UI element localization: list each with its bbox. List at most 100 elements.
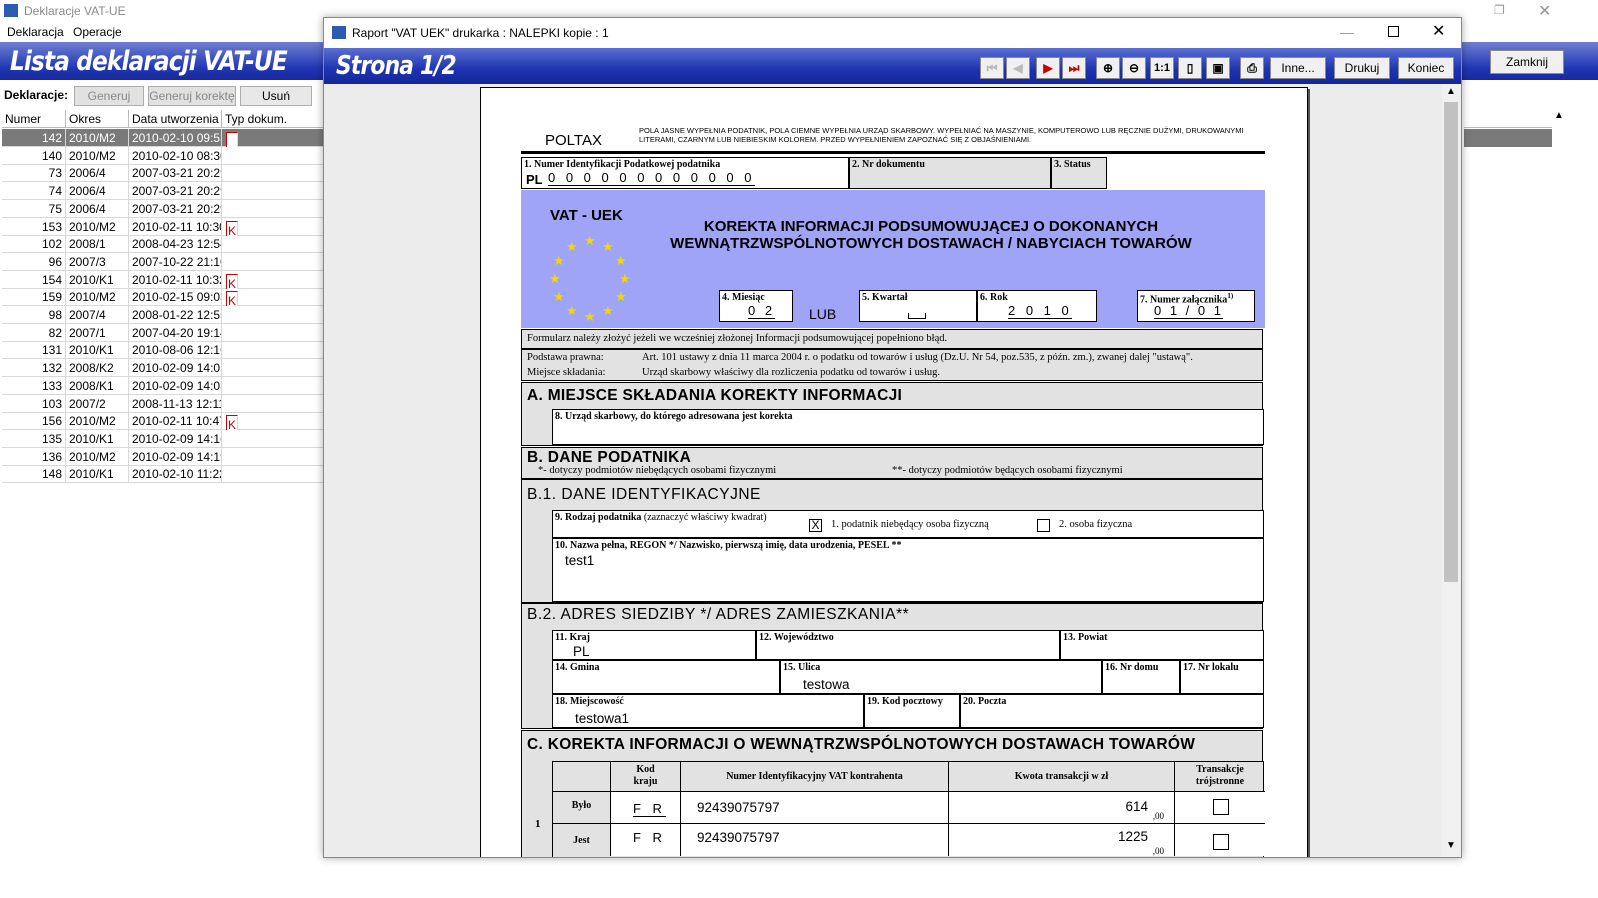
cell-created: 2010-02-09 14:16:1	[129, 429, 222, 448]
zoom-in-icon[interactable]: ⊕	[1096, 57, 1120, 79]
zoom-out-icon[interactable]: ⊖	[1122, 57, 1146, 79]
form-title-panel: VAT - UEK ★ ★ ★ ★ ★ ★ ★ ★ ★ ★ ★ ★ KOREKT…	[521, 190, 1265, 328]
cell-doctype	[222, 235, 332, 253]
table-row[interactable]: 1362010/M22010-02-09 14:19:2	[2, 447, 332, 466]
table-row[interactable]: 1402010/M22010-02-10 08:30:0	[2, 146, 332, 165]
scroll-down-icon[interactable]: ▼	[1446, 840, 1456, 851]
print-button[interactable]: Drukuj	[1334, 57, 1390, 79]
report-preview-area[interactable]: POLTAX POLA JASNE WYPEŁNIA PODATNIK, POL…	[324, 84, 1461, 857]
whole-page-icon[interactable]: ▣	[1206, 57, 1230, 79]
cell-created: 2010-02-15 09:03:4	[129, 288, 222, 307]
other-button[interactable]: Inne...	[1270, 57, 1326, 79]
report-app-icon	[332, 26, 346, 39]
table-row[interactable]: 1562010/M22010-02-11 10:47:2K	[2, 412, 332, 431]
section-c-title: C. KOREKTA INFORMACJI O WEWNĄTRZWSPÓLNOT…	[527, 736, 1196, 753]
eu-flag-icon: ★ ★ ★ ★ ★ ★ ★ ★ ★ ★ ★ ★	[549, 233, 631, 324]
correction-icon: K	[226, 291, 238, 307]
report-window: Raport "VAT UEK" drukarka : NALEPKI kopi…	[323, 17, 1462, 858]
cell-period: 2010/K1	[66, 270, 129, 289]
cell-doctype	[222, 147, 332, 165]
table-row[interactable]: 1032007/22008-11-13 12:11:3	[2, 394, 332, 413]
generate-correction-button[interactable]: Generuj korektę	[148, 86, 236, 106]
scroll-up-icon[interactable]: ▲	[1446, 86, 1456, 97]
table-row[interactable]: 1532010/M22010-02-11 10:30:1K	[2, 217, 332, 236]
close-button[interactable]: Zamknij	[1490, 50, 1564, 74]
printer-icon[interactable]: ⎙	[1240, 57, 1264, 79]
close-icon[interactable]: ✕	[1432, 21, 1445, 41]
cell-period: 2010/M2	[66, 288, 129, 307]
cell-created: 2008-04-23 12:54:0	[129, 235, 222, 254]
col-header-period[interactable]: Okres rozlicz	[66, 110, 129, 144]
delete-button[interactable]: Usuń	[240, 86, 312, 106]
table-row[interactable]: 1422010/M22010-02-10 09:53:4 K	[2, 129, 332, 147]
cell-doctype	[222, 164, 332, 182]
report-title: Raport "VAT UEK" drukarka : NALEPKI kopi…	[352, 26, 609, 40]
triangular-checkbox-was	[1213, 799, 1229, 815]
maximize-icon[interactable]	[1388, 26, 1399, 37]
menu-operacje[interactable]: Operacje	[73, 25, 122, 39]
end-button[interactable]: Koniec	[1398, 57, 1454, 79]
cell-doctype: K	[222, 412, 332, 431]
page-width-icon[interactable]: ▯	[1178, 57, 1202, 79]
table-row[interactable]: 1332008/K12010-02-09 14:03:1	[2, 376, 332, 395]
cell-created: 2010-02-10 11:22:0	[129, 465, 222, 484]
cell-created: 2010-02-09 14:19:2	[129, 447, 222, 466]
close-icon[interactable]: ✕	[1538, 1, 1551, 21]
cell-doctype	[222, 395, 332, 413]
table-row[interactable]: 732006/42007-03-21 20:29:3	[2, 164, 332, 183]
table-row[interactable]: 1022008/12008-04-23 12:54:0	[2, 235, 332, 254]
cell-number: 75	[2, 199, 66, 218]
report-page: POLTAX POLA JASNE WYPEŁNIA PODATNIK, POL…	[480, 87, 1308, 857]
table-row[interactable]: 1592010/M22010-02-15 09:03:4K	[2, 288, 332, 307]
table-row[interactable]: 742006/42007-03-21 20:29:3	[2, 182, 332, 201]
cell-created: 2010-02-11 10:47:2	[129, 412, 222, 431]
table-row[interactable]: 822007/12007-04-20 19:14:1	[2, 323, 332, 342]
cell-created: 2008-01-22 12:55:5	[129, 306, 222, 324]
grid-scroll-up-icon[interactable]: ▲	[1552, 110, 1566, 128]
cell-number: 131	[2, 341, 66, 360]
cell-doctype	[222, 341, 332, 359]
correction-icon: K	[226, 220, 238, 236]
first-page-icon[interactable]: ⏮	[980, 57, 1004, 79]
table-row[interactable]: 962007/32007-10-22 21:10:2	[2, 252, 332, 271]
menu-deklaracja[interactable]: Deklaracja	[7, 25, 64, 39]
cell-doctype: K	[222, 288, 332, 307]
previous-page-icon[interactable]: ◀	[1006, 57, 1030, 79]
generate-button[interactable]: Generuj	[74, 86, 144, 106]
report-titlebar: Raport "VAT UEK" drukarka : NALEPKI kopi…	[324, 18, 1461, 48]
month-field: 4. Miesiąc 0 2	[719, 290, 793, 322]
cell-doctype: K	[222, 271, 332, 289]
section-a-title: A. MIEJSCE SKŁADANIA KOREKTY INFORMACJI	[527, 387, 903, 404]
declarations-grid[interactable]: Numer Okres rozlicz Data utworzenia Typ …	[2, 110, 332, 484]
correction-icon: K	[226, 273, 238, 289]
table-row[interactable]: 1322008/K22010-02-09 14:01:1	[2, 359, 332, 378]
taxpayer-type-checkbox-1: X	[809, 519, 822, 532]
col-header-created[interactable]: Data utworzenia	[129, 110, 222, 128]
table-row[interactable]: 752006/42007-03-21 20:29:3	[2, 199, 332, 218]
document-number-field: 2. Nr dokumentu	[849, 157, 1051, 189]
actual-size-button[interactable]: 1:1	[1150, 57, 1174, 79]
col-header-number[interactable]: Numer	[2, 110, 66, 128]
transactions-table: Kod kraju Numer Identyfikacyjny VAT kontr…	[535, 761, 1265, 857]
cell-period: 2006/4	[66, 199, 129, 218]
vertical-scrollbar[interactable]: ▲ ▼	[1442, 84, 1460, 857]
col-header-doctype[interactable]: Typ dokum.	[222, 110, 332, 128]
cell-doctype	[222, 324, 332, 342]
restore-icon[interactable]: ❐	[1494, 3, 1505, 17]
cell-period: 2006/4	[66, 182, 129, 201]
declarations-toolbar: Deklaracje: Generuj Generuj korektę Usuń	[0, 84, 330, 108]
table-row[interactable]: 1482010/K12010-02-10 11:22:0	[2, 465, 332, 484]
app-icon	[4, 4, 18, 17]
table-row[interactable]: 982007/42008-01-22 12:55:5	[2, 306, 332, 324]
minimize-icon[interactable]: —	[1340, 24, 1354, 40]
table-row[interactable]: 1312010/K12010-08-06 12:16:0	[2, 341, 332, 360]
last-page-icon[interactable]: ⏭	[1062, 57, 1086, 79]
cell-number: 74	[2, 182, 66, 201]
table-row[interactable]: 1352010/K12010-02-09 14:16:1	[2, 429, 332, 448]
table-row[interactable]: 1542010/K12010-02-11 10:32:4K	[2, 270, 332, 289]
next-page-icon[interactable]: ▶	[1036, 57, 1060, 79]
cell-number: 132	[2, 359, 66, 378]
cell-period: 2010/K1	[66, 429, 129, 448]
scrollbar-thumb[interactable]	[1444, 102, 1458, 582]
section-c: C. KOREKTA INFORMACJI O WEWNĄTRZWSPÓLNOT…	[521, 730, 1265, 857]
